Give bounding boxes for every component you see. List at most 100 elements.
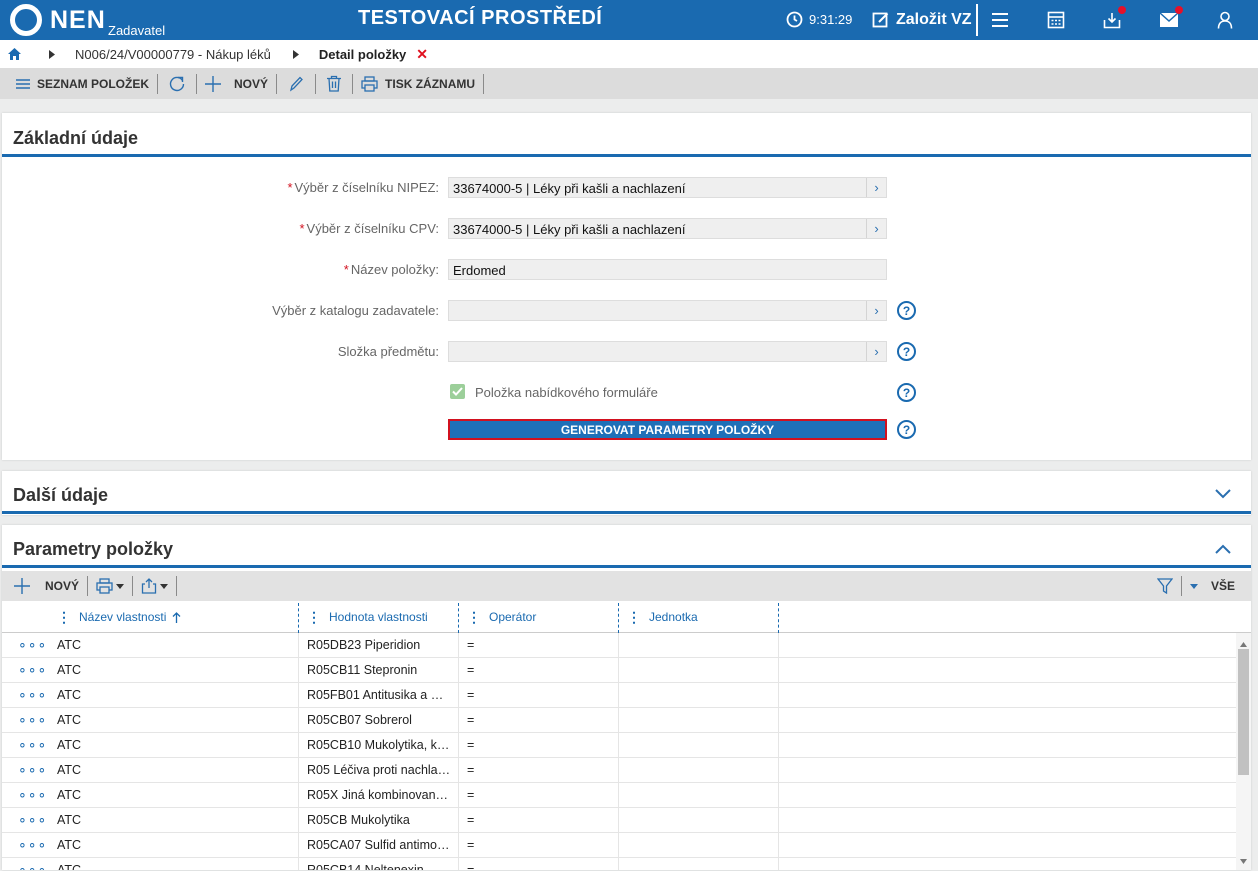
row-actions-icon[interactable]: ∘∘∘ [18, 861, 47, 870]
chevron-down-icon[interactable] [1215, 487, 1231, 502]
cell-property-name: ATC [57, 763, 82, 777]
column-menu-icon[interactable]: ⋮ [627, 609, 641, 626]
help-icon[interactable]: ? [897, 420, 916, 439]
chevron-right-icon[interactable]: › [866, 178, 886, 197]
cpv-field[interactable]: 33674000-5 | Léky při kašli a nachlazení… [448, 218, 887, 239]
refresh-icon[interactable] [166, 75, 188, 93]
cell-divider [458, 733, 459, 758]
generate-parameters-button[interactable]: GENEROVAT PARAMETRY POLOŽKY [448, 419, 887, 440]
item-list-button[interactable]: SEZNAM POLOŽEK [16, 77, 149, 91]
row-actions-icon[interactable]: ∘∘∘ [18, 711, 47, 728]
chevron-right-icon[interactable]: › [866, 342, 886, 361]
table-row[interactable]: ∘∘∘ ATC R05CB Mukolytika = [2, 808, 1236, 833]
print-record-button[interactable]: TISK ZÁZNAMU [361, 75, 475, 92]
scrollbar-thumb[interactable] [1238, 649, 1249, 775]
clock-time: 9:31:29 [809, 12, 853, 27]
help-icon[interactable]: ? [897, 342, 916, 361]
help-icon[interactable]: ? [897, 383, 916, 402]
scroll-up-icon[interactable] [1240, 635, 1247, 650]
home-icon[interactable] [8, 48, 21, 60]
row-actions-icon[interactable]: ∘∘∘ [18, 836, 47, 853]
subject-folder-field[interactable]: › [448, 341, 887, 362]
row-actions-icon[interactable]: ∘∘∘ [18, 786, 47, 803]
filter-icon[interactable] [1156, 578, 1173, 594]
mail-icon[interactable] [1157, 6, 1183, 32]
print-menu-icon[interactable] [96, 578, 125, 594]
nipez-row: * Výběr z číselníku NIPEZ: 33674000-5 | L… [2, 177, 1251, 199]
table-row[interactable]: ∘∘∘ ATC R05DB23 Piperidion = [2, 633, 1236, 658]
table-row[interactable]: ∘∘∘ ATC R05CA07 Sulfid antimonitý = [2, 833, 1236, 858]
column-header-operator[interactable]: ⋮ Operátor [467, 601, 617, 633]
parameters-toolbar: NOVÝ VŠE [2, 571, 1251, 601]
cell-divider [778, 658, 779, 683]
scroll-down-icon[interactable] [1240, 852, 1247, 867]
create-vz-label: Založit VZ [896, 11, 972, 28]
new-item-button[interactable]: NOVÝ [205, 75, 268, 92]
item-name-label: * Název položky: [343, 262, 439, 277]
export-menu-icon[interactable] [141, 578, 169, 594]
column-menu-icon[interactable]: ⋮ [467, 609, 481, 626]
basic-info-title: Základní údaje [13, 128, 139, 148]
column-divider [298, 603, 299, 633]
table-row[interactable]: ∘∘∘ ATC R05CB10 Mukolytika, kombinace = [2, 733, 1236, 758]
cell-divider [458, 833, 459, 858]
table-row[interactable]: ∘∘∘ ATC R05CB11 Stepronin = [2, 658, 1236, 683]
column-header-property-value[interactable]: ⋮ Hodnota vlastnosti [307, 601, 457, 633]
clock-icon [786, 11, 803, 28]
cell-property-name: ATC [57, 713, 82, 727]
chevron-right-icon[interactable]: › [866, 219, 886, 238]
create-vz-button[interactable]: Založit VZ [868, 4, 978, 36]
new-parameter-button[interactable]: NOVÝ [14, 578, 79, 594]
catalog-row: Výběr z katalogu zadavatele: › ? [2, 300, 1251, 322]
cell-divider [618, 758, 619, 783]
item-name-field[interactable]: Erdomed [448, 259, 887, 280]
row-actions-icon[interactable]: ∘∘∘ [18, 811, 47, 828]
cell-divider [778, 733, 779, 758]
nipez-field[interactable]: 33674000-5 | Léky při kašli a nachlazení… [448, 177, 887, 198]
chevron-right-icon[interactable]: › [866, 301, 886, 320]
row-actions-icon[interactable]: ∘∘∘ [18, 636, 47, 653]
table-row[interactable]: ∘∘∘ ATC R05 Léčiva proti nachlazení a kašl… [2, 758, 1236, 783]
calculator-icon[interactable] [1044, 8, 1068, 32]
printer-icon [361, 75, 378, 92]
offer-form-checkbox[interactable] [450, 384, 465, 399]
menu-icon[interactable] [988, 8, 1012, 32]
chevron-up-icon[interactable] [1215, 542, 1231, 557]
cell-operator: = [467, 788, 475, 802]
view-all-button[interactable]: VŠE [1189, 579, 1235, 593]
table-row[interactable]: ∘∘∘ ATC R05CB14 Neltenexin = [2, 858, 1236, 870]
cell-divider [458, 758, 459, 783]
inbox-icon[interactable] [1100, 6, 1126, 32]
session-clock: 9:31:29 [786, 11, 852, 28]
catalog-field[interactable]: › [448, 300, 887, 321]
cpv-value: 33674000-5 | Léky při kašli a nachlazení [453, 222, 686, 237]
nen-logo[interactable]: NEN Zadavatel [10, 4, 180, 38]
column-header-unit[interactable]: ⋮ Jednotka [627, 601, 777, 633]
row-actions-icon[interactable]: ∘∘∘ [18, 761, 47, 778]
cell-divider [458, 783, 459, 808]
cell-property-value: R05FB01 Antitusika a mukolytika [307, 688, 453, 702]
column-header-property-name[interactable]: ⋮ Název vlastnosti [57, 601, 297, 633]
user-icon[interactable] [1213, 8, 1237, 32]
close-tab-icon[interactable]: ✕ [416, 46, 428, 63]
new-parameter-label: NOVÝ [45, 579, 80, 593]
table-row[interactable]: ∘∘∘ ATC R05X Jiná kombinovaná léčiva = [2, 783, 1236, 808]
row-actions-icon[interactable]: ∘∘∘ [18, 661, 47, 678]
more-info-panel[interactable]: Další údaje [2, 471, 1251, 515]
table-row[interactable]: ∘∘∘ ATC R05FB01 Antitusika a mukolytika = [2, 683, 1236, 708]
breadcrumb-contract[interactable]: N006/24/V00000779 - Nákup léků [75, 47, 271, 62]
trash-icon[interactable] [324, 75, 344, 92]
cell-divider [778, 783, 779, 808]
cell-property-value: R05CB11 Stepronin [307, 663, 418, 677]
table-row[interactable]: ∘∘∘ ATC R05CB07 Sobrerol = [2, 708, 1236, 733]
pencil-icon[interactable] [285, 76, 307, 92]
nipez-label: * Výběr z číselníku NIPEZ: [287, 180, 439, 195]
row-actions-icon[interactable]: ∘∘∘ [18, 736, 47, 753]
grid-scrollbar[interactable] [1236, 633, 1251, 870]
cell-divider [458, 683, 459, 708]
column-menu-icon[interactable]: ⋮ [57, 609, 71, 626]
column-menu-icon[interactable]: ⋮ [307, 609, 321, 626]
help-icon[interactable]: ? [897, 301, 916, 320]
row-actions-icon[interactable]: ∘∘∘ [18, 686, 47, 703]
offer-form-label: Položka nabídkového formuláře [475, 385, 658, 400]
